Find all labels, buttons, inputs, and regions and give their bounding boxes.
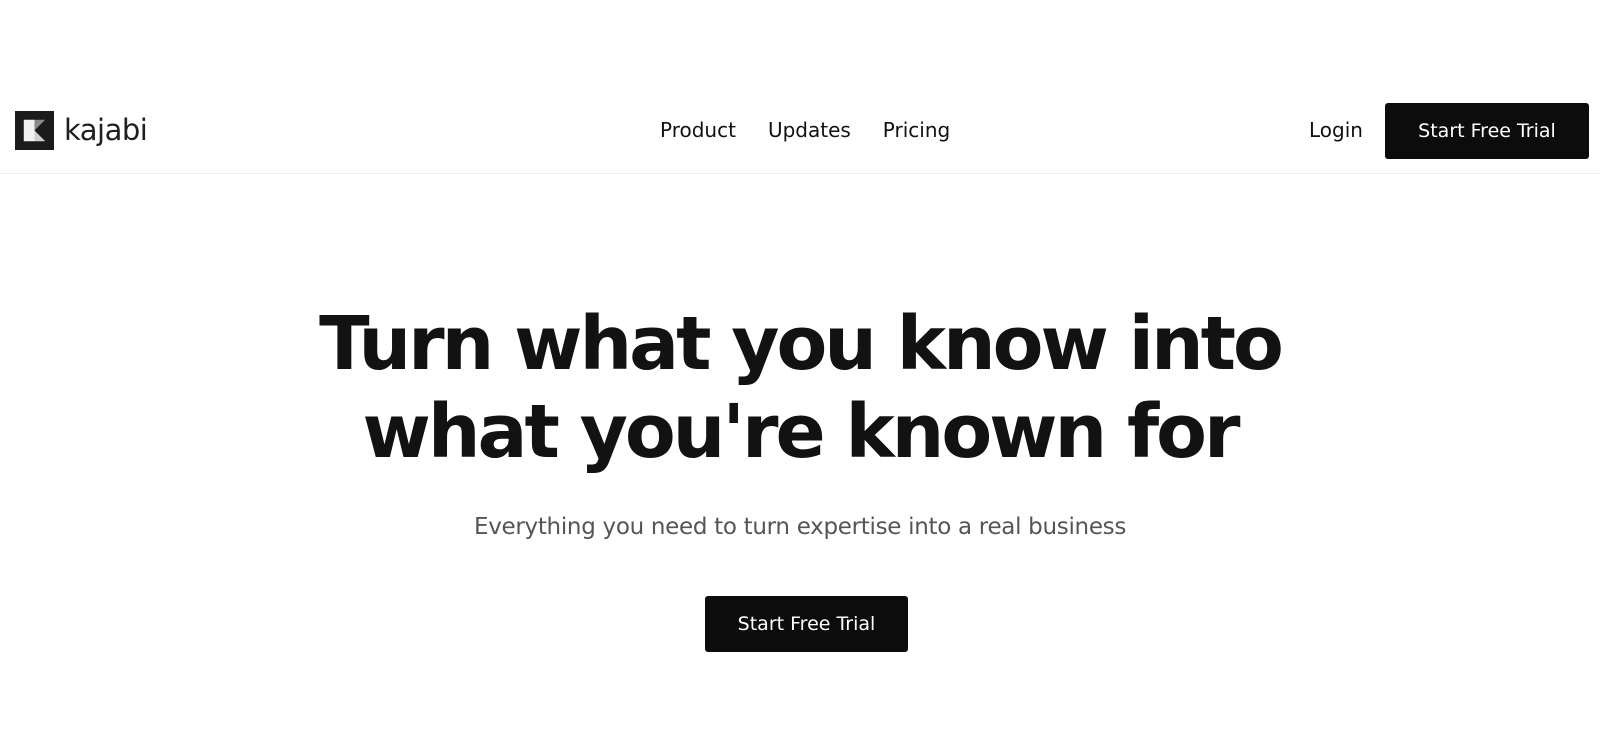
nav-item-updates[interactable]: Updates (768, 118, 851, 142)
hero-title: Turn what you know into what you're know… (0, 300, 1600, 476)
site-header: kajabi Product Updates Pricing Login Sta… (0, 88, 1600, 174)
brand-name: kajabi (64, 113, 148, 147)
hero-title-line-1: Turn what you know into (319, 301, 1284, 387)
nav-item-pricing[interactable]: Pricing (883, 118, 950, 142)
kajabi-logo-icon (15, 110, 54, 150)
hero-subtitle: Everything you need to turn expertise in… (473, 514, 1127, 540)
hero-section: Turn what you know into what you're know… (0, 300, 1600, 652)
header-start-free-trial-button[interactable]: Start Free Trial (1385, 103, 1589, 159)
hero-start-free-trial-button[interactable]: Start Free Trial (705, 596, 908, 652)
hero-title-line-2: what you're known for (362, 389, 1240, 475)
nav-item-product[interactable]: Product (660, 118, 736, 142)
page: kajabi Product Updates Pricing Login Sta… (0, 0, 1600, 741)
brand-logo-link[interactable]: kajabi (15, 110, 148, 150)
main-nav: Product Updates Pricing (660, 118, 982, 142)
login-link[interactable]: Login (1309, 118, 1363, 142)
